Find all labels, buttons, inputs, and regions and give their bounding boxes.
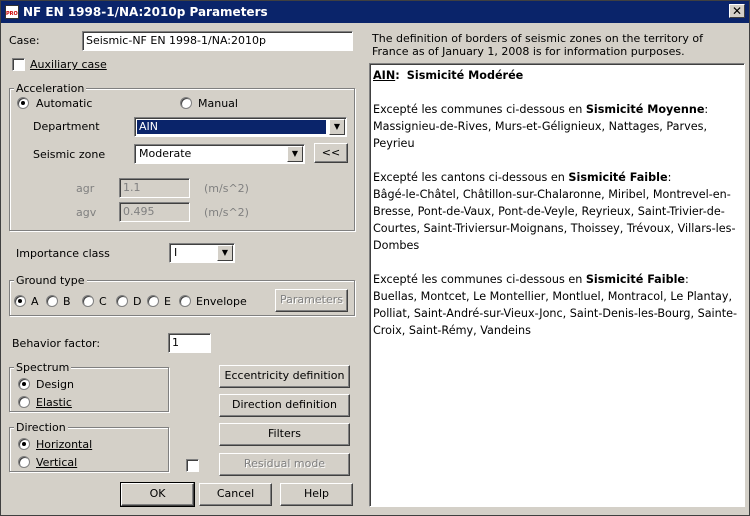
parameters-button[interactable]: Parameters [275,289,348,312]
ground-type-title: Ground type [14,274,87,287]
info-note: The definition of borders of seismic zon… [372,32,703,58]
exception-2-list: Bâgé-le-Châtel, Châtillon-sur-Chalaronne… [373,188,736,252]
cancel-button[interactable]: Cancel [199,483,272,506]
department-value: AIN [137,120,326,134]
radio-ground-c[interactable] [82,294,94,307]
radio-elastic[interactable] [18,395,30,408]
exception-3-zone: Sismicité Faible [585,273,686,286]
auxiliary-case-label: Auxiliary case [30,58,107,71]
acceleration-title: Acceleration [14,82,87,95]
agr-label: agr [76,182,95,195]
department-label: Department [33,120,100,133]
window-title: NF EN 1998-1/NA:2010p Parameters [23,5,268,19]
exception-2-zone: Sismicité Faible [568,171,668,184]
radio-ground-d[interactable] [116,294,128,307]
elastic-label: Elastic [36,396,72,409]
radio-horizontal[interactable] [18,437,30,450]
horizontal-label: Horizontal [36,438,93,451]
agv-input[interactable]: 0.495 [119,202,190,222]
exception-1: Excepté les communes ci-dessous en Sismi… [373,103,709,150]
case-input[interactable]: Seismic-NF EN 1998-1/NA:2010p [82,31,353,51]
design-label: Design [36,378,74,391]
exception-1-intro: Excepté les communes ci-dessous en [373,103,586,116]
importance-class-value: I [174,246,178,259]
seismic-zone-label: Seismic zone [33,148,106,161]
exception-1-list: Massignieu-de-Rives, Murs-et-Gélignieux,… [373,120,707,150]
residual-mode-checkbox[interactable] [186,458,199,472]
radio-ground-a[interactable] [14,294,26,307]
exception-3-intro: Excepté les communes ci-dessous en [373,273,586,286]
dialog-window: NF EN 1998-1/NA:2010p Parameters ✕ Case:… [0,0,750,516]
radio-design[interactable] [18,377,30,390]
spectrum-title: Spectrum [14,361,72,374]
case-label: Case: [9,34,40,47]
residual-mode-button[interactable]: Residual mode [219,453,350,476]
radio-manual[interactable] [180,96,192,109]
dept-code: AIN [373,69,396,82]
radio-ground-b[interactable] [46,294,58,307]
department-select[interactable]: AIN ▼ [134,117,347,137]
importance-class-select[interactable]: I ▼ [169,243,235,263]
title-bar[interactable]: NF EN 1998-1/NA:2010p Parameters ✕ [1,1,749,23]
radio-ground-e[interactable] [147,294,159,307]
exception-1-zone: Sismicité Moyenne [585,103,705,116]
ground-e-label: E [164,295,171,308]
ok-button[interactable]: OK [120,482,195,507]
direction-title: Direction [14,421,68,434]
dept-zone: Sismicité Modérée [406,69,524,82]
seismic-zone-value: Moderate [139,147,192,160]
importance-class-label: Importance class [16,247,110,260]
agr-unit: (m/s^2) [204,182,249,195]
spectrum-group: Spectrum [9,361,169,412]
chevron-down-icon[interactable]: ▼ [329,119,345,135]
exception-2: Excepté les cantons ci-dessous en Sismic… [373,171,736,252]
auxiliary-case-checkbox[interactable] [12,57,25,71]
seismic-zone-select[interactable]: Moderate ▼ [134,144,305,164]
behavior-factor-label: Behavior factor: [12,337,101,350]
dept-separator: : [395,69,400,82]
agr-input[interactable]: 1.1 [119,178,190,198]
agv-unit: (m/s^2) [204,206,249,219]
shift-zone-button[interactable]: << [314,143,348,163]
manual-label: Manual [198,97,238,110]
zone-info-panel[interactable]: AIN: Sismicité Modérée Excepté les commu… [369,63,745,507]
ground-envelope-label: Envelope [196,295,247,308]
eccentricity-definition-button[interactable]: Eccentricity definition [219,365,350,388]
agv-label: agv [76,206,97,219]
ground-c-label: C [99,295,107,308]
exception-2-intro: Excepté les cantons ci-dessous en [373,171,569,184]
direction-definition-button[interactable]: Direction definition [219,394,350,417]
close-button[interactable]: ✕ [729,4,745,18]
app-icon [5,5,19,19]
automatic-label: Automatic [36,97,93,110]
chevron-down-icon[interactable]: ▼ [217,245,233,261]
exception-3: Excepté les communes ci-dessous en Sismi… [373,273,738,337]
ground-d-label: D [133,295,142,308]
help-button[interactable]: Help [280,483,353,506]
dept-heading: AIN: Sismicité Modérée [373,67,741,84]
radio-automatic[interactable] [17,96,29,109]
radio-ground-envelope[interactable] [179,294,191,307]
behavior-factor-input[interactable]: 1 [168,333,211,353]
exception-3-list: Buellas, Montcet, Le Montellier, Montlue… [373,290,738,337]
vertical-label: Vertical [36,456,78,469]
filters-button[interactable]: Filters [219,423,350,446]
chevron-down-icon[interactable]: ▼ [287,146,303,162]
ground-a-label: A [31,295,39,308]
radio-vertical[interactable] [18,455,30,468]
ground-b-label: B [63,295,71,308]
